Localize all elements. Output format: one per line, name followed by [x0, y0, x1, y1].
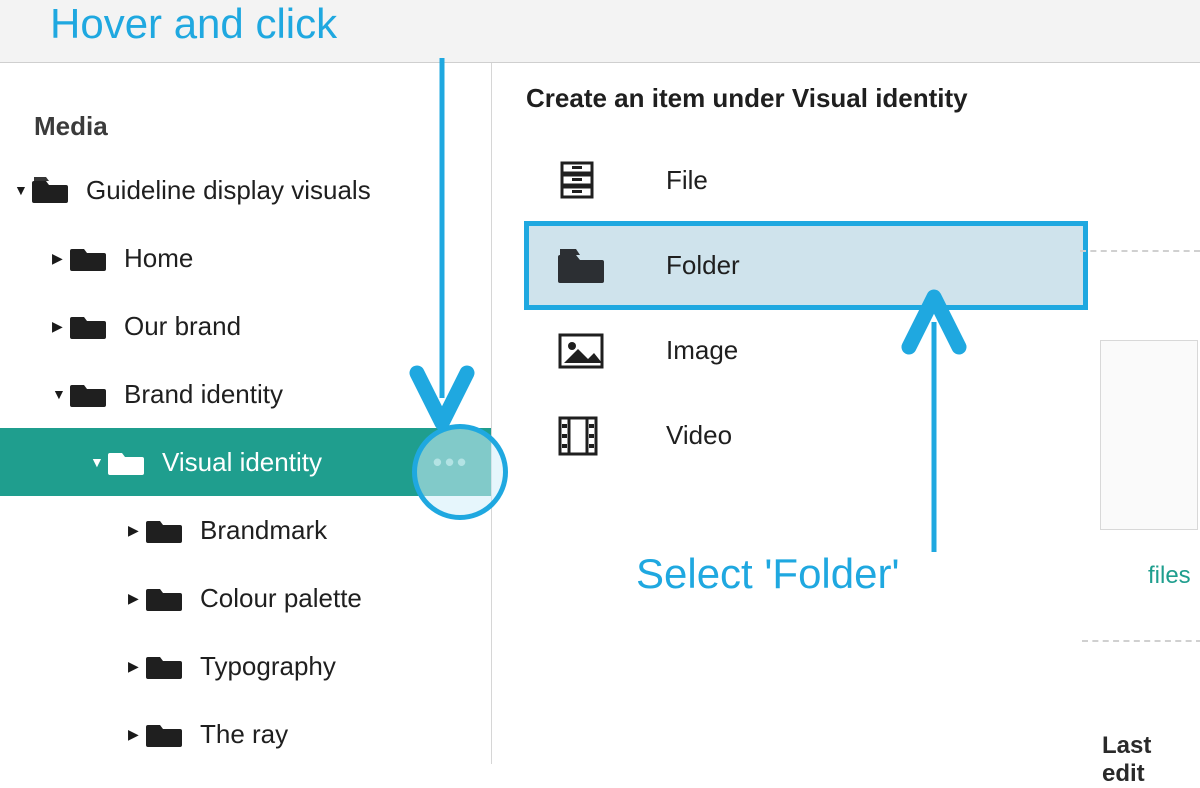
create-option-video[interactable]: Video [526, 393, 1086, 478]
folder-icon [146, 721, 182, 747]
tree-item-label: Colour palette [200, 583, 481, 614]
caret-right-icon: ▶ [128, 726, 146, 743]
tree-item-our-brand[interactable]: ▶ Our brand [0, 292, 491, 360]
tree-item-brandmark[interactable]: ▶ Brandmark [0, 496, 491, 564]
tree-item-label: Brand identity [124, 379, 481, 410]
caret-down-icon: ▼ [90, 454, 108, 470]
image-icon [558, 331, 612, 371]
tree-item-label: The ray [200, 719, 481, 750]
tree-item-visual-identity[interactable]: ▼ Visual identity ••• [0, 428, 491, 496]
tree-item-guideline-display-visuals[interactable]: ▼ Guideline display visuals [0, 156, 491, 224]
tree-item-home[interactable]: ▶ Home [0, 224, 491, 292]
create-option-label: Video [666, 420, 732, 451]
caret-down-icon: ▼ [14, 182, 32, 198]
media-tree-panel: Media ▼ Guideline display visuals ▶ Home… [0, 63, 492, 764]
create-option-folder[interactable]: Folder [526, 223, 1086, 308]
create-option-label: File [666, 165, 708, 196]
tree-item-label: Our brand [124, 311, 481, 342]
caret-right-icon: ▶ [52, 318, 70, 335]
create-option-label: Image [666, 335, 738, 366]
caret-right-icon: ▶ [128, 590, 146, 607]
file-cabinet-icon [558, 161, 612, 201]
folder-icon [108, 449, 144, 475]
more-actions-button[interactable]: ••• [421, 447, 481, 478]
caret-right-icon: ▶ [128, 658, 146, 675]
tree-item-brand-identity[interactable]: ▼ Brand identity [0, 360, 491, 428]
caret-right-icon: ▶ [128, 522, 146, 539]
tree-item-label: Visual identity [162, 447, 421, 478]
last-edited-label: Last edit [1102, 732, 1200, 788]
folder-icon [70, 313, 106, 339]
top-toolbar [0, 0, 1200, 63]
tree-item-label: Typography [200, 651, 481, 682]
folder-icon [146, 653, 182, 679]
tree-item-the-ray[interactable]: ▶ The ray [0, 700, 491, 768]
create-panel-title: Create an item under Visual identity [526, 83, 1086, 114]
folder-icon [146, 517, 182, 543]
tree-item-label: Guideline display visuals [86, 175, 481, 206]
folder-icon [70, 381, 106, 407]
tree-item-colour-palette[interactable]: ▶ Colour palette [0, 564, 491, 632]
folder-icon [70, 245, 106, 271]
create-option-image[interactable]: Image [526, 308, 1086, 393]
tree-item-label: Brandmark [200, 515, 481, 546]
media-heading: Media [0, 63, 491, 156]
caret-down-icon: ▼ [52, 386, 70, 402]
background-divider [1082, 640, 1200, 642]
video-icon [558, 416, 612, 456]
folder-icon [146, 585, 182, 611]
background-input-placeholder [1100, 340, 1198, 530]
folder-icon [32, 177, 68, 203]
media-tree: ▼ Guideline display visuals ▶ Home ▶ Our… [0, 156, 491, 768]
background-divider [1080, 250, 1200, 252]
caret-right-icon: ▶ [52, 250, 70, 267]
tree-item-typography[interactable]: ▶ Typography [0, 632, 491, 700]
create-panel: Create an item under Visual identity Fil… [504, 63, 1200, 764]
files-link[interactable]: files [1148, 562, 1191, 590]
create-option-file[interactable]: File [526, 138, 1086, 223]
create-option-label: Folder [666, 250, 740, 281]
tree-item-label: Home [124, 243, 481, 274]
folder-icon [558, 246, 612, 286]
